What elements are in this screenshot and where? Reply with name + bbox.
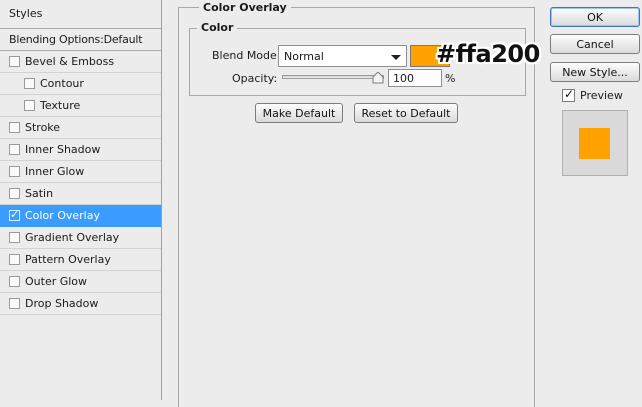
make-default-button[interactable]: Make Default: [255, 103, 343, 123]
new-style-button[interactable]: New Style...: [550, 62, 640, 82]
dropdown-arrow-icon: [391, 55, 401, 60]
style-item-label: Bevel & Emboss: [25, 55, 115, 68]
style-item-label: Inner Shadow: [25, 143, 101, 156]
style-checkbox[interactable]: [9, 144, 20, 155]
checkmark-icon: ✓: [10, 208, 20, 221]
style-checkbox[interactable]: [9, 56, 20, 67]
cancel-button[interactable]: Cancel: [550, 34, 640, 54]
preview-label: Preview: [580, 89, 623, 102]
style-item-label: Color Overlay: [25, 209, 100, 222]
style-item-stroke[interactable]: Stroke: [0, 117, 161, 139]
style-item-label: Contour: [40, 77, 84, 90]
style-items-list: Bevel & Emboss Contour Texture Stroke Inner …: [0, 51, 161, 315]
ok-button[interactable]: OK: [550, 7, 640, 27]
style-item-bevel-emboss[interactable]: Bevel & Emboss: [0, 51, 161, 73]
opacity-slider-thumb-icon[interactable]: [372, 72, 384, 84]
style-checkbox[interactable]: [9, 254, 20, 265]
color-subgroup-title: Color: [197, 21, 238, 34]
style-item-color-overlay[interactable]: ✓ Color Overlay: [0, 205, 161, 227]
checkmark-icon: ✓: [564, 87, 575, 101]
style-item-label: Stroke: [25, 121, 61, 134]
style-item-label: Gradient Overlay: [25, 231, 120, 244]
styles-list-panel: Styles Blending Options:Default Bevel & …: [0, 0, 162, 400]
style-item-texture[interactable]: Texture: [0, 95, 161, 117]
style-checkbox[interactable]: [9, 166, 20, 177]
color-overlay-title: Color Overlay: [199, 1, 291, 14]
style-item-outer-glow[interactable]: Outer Glow: [0, 271, 161, 293]
style-checkbox[interactable]: [9, 276, 20, 287]
style-item-label: Satin: [25, 187, 54, 200]
opacity-input[interactable]: 100: [388, 69, 442, 87]
style-checkbox[interactable]: [9, 232, 20, 243]
style-item-pattern-overlay[interactable]: Pattern Overlay: [0, 249, 161, 271]
style-item-label: Drop Shadow: [25, 297, 99, 310]
style-checkbox[interactable]: ✓: [9, 208, 20, 221]
style-item-drop-shadow[interactable]: Drop Shadow: [0, 293, 161, 315]
style-checkbox[interactable]: [9, 298, 20, 309]
preview-checkbox[interactable]: ✓: [562, 87, 575, 102]
opacity-unit: %: [445, 72, 456, 85]
blend-mode-label: Blend Mode:: [212, 49, 281, 62]
style-checkbox[interactable]: [24, 100, 35, 111]
style-item-label: Outer Glow: [25, 275, 88, 288]
style-item-satin[interactable]: Satin: [0, 183, 161, 205]
preview-thumbnail: [562, 110, 628, 176]
blending-options-item[interactable]: Blending Options:Default: [0, 29, 161, 51]
style-item-gradient-overlay[interactable]: Gradient Overlay: [0, 227, 161, 249]
style-item-contour[interactable]: Contour: [0, 73, 161, 95]
style-item-label: Texture: [40, 99, 81, 112]
styles-header[interactable]: Styles: [0, 0, 161, 29]
hex-color-annotation: #ffa200: [436, 40, 540, 68]
style-item-label: Inner Glow: [25, 165, 85, 178]
blend-mode-value: Normal: [284, 50, 324, 63]
opacity-slider-track[interactable]: [282, 75, 384, 79]
blend-mode-select[interactable]: Normal: [278, 45, 407, 67]
style-checkbox[interactable]: [24, 78, 35, 89]
preview-color-square: [579, 128, 610, 159]
style-item-inner-glow[interactable]: Inner Glow: [0, 161, 161, 183]
reset-to-default-button[interactable]: Reset to Default: [354, 103, 458, 123]
opacity-label: Opacity:: [232, 72, 278, 85]
style-item-inner-shadow[interactable]: Inner Shadow: [0, 139, 161, 161]
style-item-label: Pattern Overlay: [25, 253, 111, 266]
style-checkbox[interactable]: [9, 122, 20, 133]
style-checkbox[interactable]: [9, 188, 20, 199]
